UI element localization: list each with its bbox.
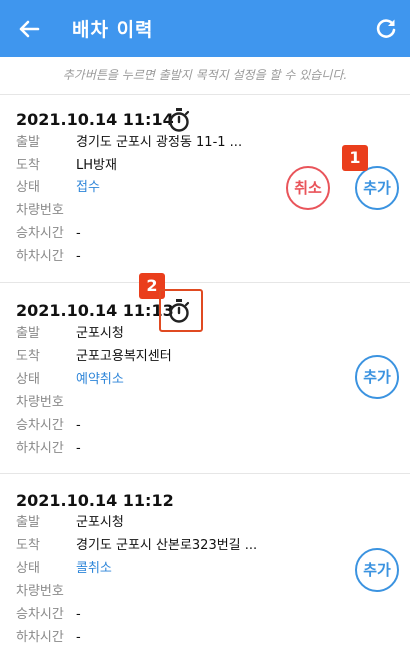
add-button[interactable]: 추가: [355, 548, 399, 592]
record-datetime: 2021.10.14 11:12: [16, 491, 174, 510]
refresh-icon[interactable]: [372, 15, 400, 43]
divider: [0, 473, 410, 474]
record-datetime: 2021.10.14 11:14: [16, 110, 174, 129]
highlight-box: [159, 289, 203, 332]
stopwatch-icon[interactable]: [166, 107, 192, 133]
divider: [0, 282, 410, 283]
divider: [0, 94, 410, 95]
cancel-button[interactable]: 취소: [286, 166, 330, 210]
arrow-left-icon[interactable]: [14, 14, 44, 44]
app-bar: 배차 이력: [0, 0, 410, 57]
add-button[interactable]: 추가: [355, 355, 399, 399]
hint-text: 추가버튼을 누르면 출발지 목적지 설정을 할 수 있습니다.: [62, 68, 348, 82]
add-button[interactable]: 추가: [355, 166, 399, 210]
record-datetime: 2021.10.14 11:13: [16, 301, 174, 320]
page-title: 배차 이력: [72, 19, 154, 41]
annotation-badge-1: 1: [342, 145, 368, 171]
